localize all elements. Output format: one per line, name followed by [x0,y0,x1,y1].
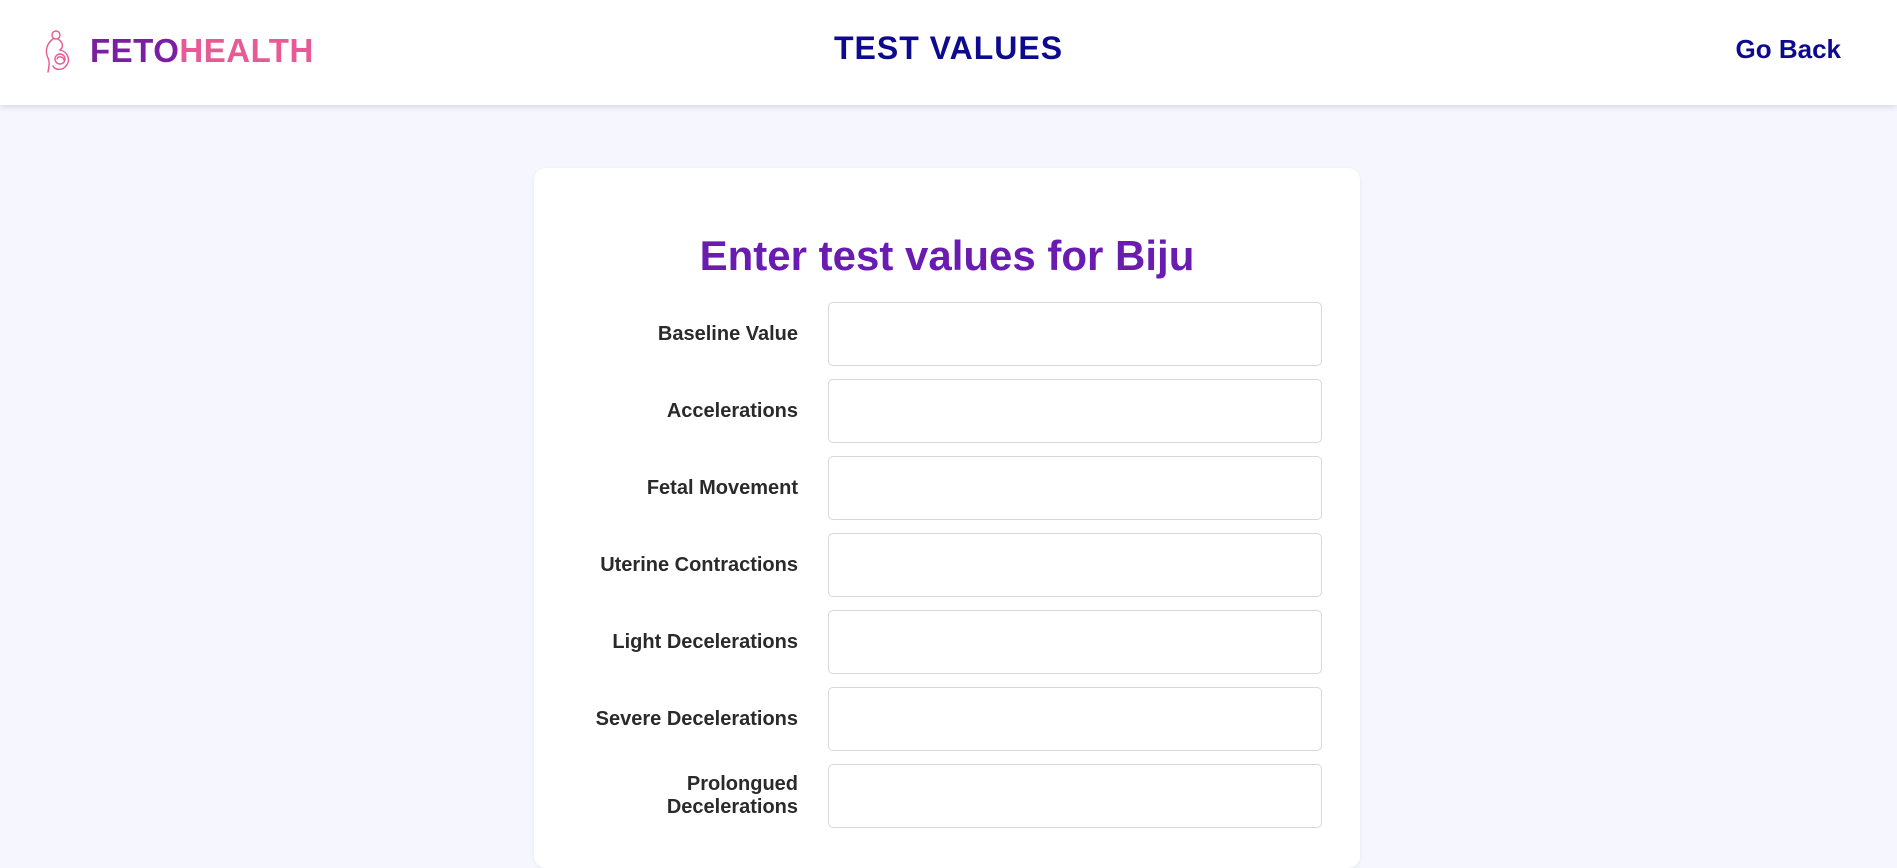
light-decelerations-input[interactable] [828,610,1322,674]
uterine-contractions-input[interactable] [828,533,1322,597]
baseline-value-input[interactable] [828,302,1322,366]
pregnant-woman-icon [40,28,76,74]
form-row-uterine-contractions: Uterine Contractions [534,533,1360,597]
form-row-light-decelerations: Light Decelerations [534,610,1360,674]
test-values-card: Enter test values for Biju Baseline Valu… [534,168,1360,868]
prolongued-decelerations-label: Prolongued Decelerations [666,773,798,818]
form-row-fetal-movement: Fetal Movement [534,456,1360,520]
accelerations-label: Accelerations [666,399,798,422]
brand-name: FETOHEALTH [90,32,314,70]
brand-name-feto: FETO [90,32,180,69]
light-decelerations-label: Light Decelerations [612,630,798,653]
severe-decelerations-label: Severe Decelerations [595,707,798,730]
form-row-accelerations: Accelerations [534,379,1360,443]
prolongued-decelerations-input[interactable] [828,764,1322,828]
brand-name-health: HEALTH [179,32,314,69]
form-row-prolongued-decelerations: Prolongued Decelerations [534,764,1360,828]
form-row-severe-decelerations: Severe Decelerations [534,687,1360,751]
top-navbar: FETOHEALTH TEST VALUES Go Back [0,0,1897,105]
fetal-movement-input[interactable] [828,456,1322,520]
go-back-link[interactable]: Go Back [1736,34,1842,65]
form-row-baseline-value: Baseline Value [534,302,1360,366]
form-heading: Enter test values for Biju [699,232,1195,279]
fetal-movement-label: Fetal Movement [646,476,798,499]
accelerations-input[interactable] [828,379,1322,443]
brand-logo-link[interactable]: FETOHEALTH [40,28,314,74]
baseline-value-label: Baseline Value [657,322,798,345]
uterine-contractions-label: Uterine Contractions [600,553,798,576]
severe-decelerations-input[interactable] [828,687,1322,751]
